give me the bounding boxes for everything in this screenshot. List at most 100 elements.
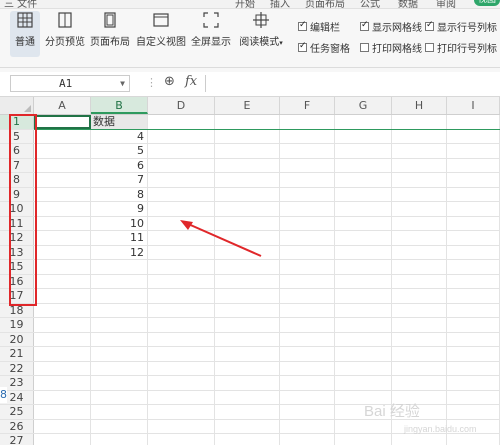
formula-input[interactable] [205, 75, 500, 92]
column-header-b[interactable]: B [91, 97, 148, 114]
tab-view[interactable]: 视图 [474, 0, 500, 6]
cell-b[interactable] [91, 318, 148, 332]
cell-g[interactable] [335, 202, 392, 216]
cell-e[interactable] [215, 289, 280, 303]
cell-a[interactable] [34, 289, 91, 303]
cell-e[interactable] [215, 332, 280, 346]
cell-g[interactable] [335, 332, 392, 346]
cell-e[interactable] [215, 202, 280, 216]
cell-f[interactable] [280, 129, 335, 143]
cell-a[interactable] [34, 173, 91, 187]
cell-b[interactable]: 9 [91, 202, 148, 216]
cell-a[interactable] [34, 216, 91, 230]
checkbox-print-gridlines[interactable]: 打印网格线 [360, 40, 422, 55]
cell-b[interactable]: 5 [91, 144, 148, 158]
tab-data[interactable]: 数据 [398, 0, 418, 8]
cell-i[interactable] [447, 390, 500, 404]
cell-f[interactable] [280, 187, 335, 201]
normal-view-button[interactable]: 普通 [10, 11, 40, 57]
cell-d[interactable] [148, 376, 215, 390]
tab-formulas[interactable]: 公式 [360, 0, 380, 8]
cell-f[interactable] [280, 274, 335, 288]
cell-i[interactable] [447, 158, 500, 172]
cell-g[interactable] [335, 274, 392, 288]
tab-review[interactable]: 审阅 [436, 0, 456, 8]
cell-d[interactable] [148, 405, 215, 419]
cell-i[interactable] [447, 231, 500, 245]
cell-f[interactable] [280, 318, 335, 332]
cell-g[interactable] [335, 245, 392, 259]
cell-g[interactable] [335, 361, 392, 375]
cell-a[interactable] [34, 231, 91, 245]
cell-b[interactable]: 8 [91, 187, 148, 201]
cell-i[interactable] [447, 303, 500, 317]
cell-b[interactable] [91, 419, 148, 433]
cell-f[interactable] [280, 405, 335, 419]
tab-page-layout[interactable]: 页面布局 [305, 0, 345, 8]
cell-h[interactable] [392, 260, 447, 274]
cell-a[interactable] [34, 303, 91, 317]
cell-g[interactable] [335, 231, 392, 245]
cell-d[interactable] [148, 260, 215, 274]
cell-a[interactable] [34, 158, 91, 172]
cell-h[interactable] [392, 187, 447, 201]
column-header-e[interactable]: E [215, 97, 280, 114]
cell-e[interactable] [215, 216, 280, 230]
cell-h[interactable] [392, 274, 447, 288]
cell-d[interactable] [148, 332, 215, 346]
cell-i[interactable] [447, 173, 500, 187]
cell-e[interactable] [215, 361, 280, 375]
cell-e[interactable] [215, 129, 280, 143]
cell-e[interactable] [215, 173, 280, 187]
cell-i[interactable] [447, 318, 500, 332]
cell-e[interactable] [215, 115, 280, 129]
cell-e[interactable] [215, 419, 280, 433]
name-box[interactable]: A1 ▼ [10, 75, 130, 92]
select-all-corner[interactable] [0, 97, 34, 114]
cell-h[interactable] [392, 289, 447, 303]
cell-a[interactable] [34, 376, 91, 390]
fullscreen-button[interactable]: 全屏显示 [191, 11, 231, 48]
cell-d[interactable] [148, 231, 215, 245]
cell-g[interactable] [335, 303, 392, 317]
cell-a[interactable] [34, 390, 91, 404]
cell-h[interactable] [392, 434, 447, 445]
reading-mode-button[interactable]: 阅读模式▾ [236, 11, 286, 48]
page-layout-button[interactable]: 页面布局 [89, 11, 131, 48]
cell-b[interactable] [91, 376, 148, 390]
cell-d[interactable] [148, 318, 215, 332]
cell-f[interactable] [280, 303, 335, 317]
row-header[interactable]: 27 [0, 434, 34, 445]
cell-b[interactable]: 6 [91, 158, 148, 172]
page-break-preview-button[interactable]: 分页预览 [44, 11, 86, 48]
cell-g[interactable] [335, 347, 392, 361]
cell-f[interactable] [280, 361, 335, 375]
cell-i[interactable] [447, 376, 500, 390]
cell-f[interactable] [280, 144, 335, 158]
cell-e[interactable] [215, 390, 280, 404]
cell-e[interactable] [215, 245, 280, 259]
cell-h[interactable] [392, 158, 447, 172]
row-header[interactable]: 26 [0, 419, 34, 433]
cell-g[interactable] [335, 260, 392, 274]
zoom-icon[interactable]: ⊕ [164, 74, 175, 89]
cell-a[interactable] [34, 332, 91, 346]
cell-f[interactable] [280, 419, 335, 433]
cell-h[interactable] [392, 318, 447, 332]
cell-g[interactable] [335, 216, 392, 230]
column-header-i[interactable]: I [447, 97, 500, 114]
cell-d[interactable] [148, 216, 215, 230]
cell-h[interactable] [392, 245, 447, 259]
cell-f[interactable] [280, 216, 335, 230]
cell-i[interactable] [447, 332, 500, 346]
cell-d[interactable] [148, 245, 215, 259]
checkbox-print-headings[interactable]: 打印行号列标 [425, 40, 497, 55]
cell-h[interactable] [392, 231, 447, 245]
cell-h[interactable] [392, 216, 447, 230]
cell-e[interactable] [215, 260, 280, 274]
cell-f[interactable] [280, 332, 335, 346]
column-header-d[interactable]: D [148, 97, 215, 114]
cell-d[interactable] [148, 434, 215, 445]
cell-a[interactable] [34, 187, 91, 201]
cell-i[interactable] [447, 289, 500, 303]
